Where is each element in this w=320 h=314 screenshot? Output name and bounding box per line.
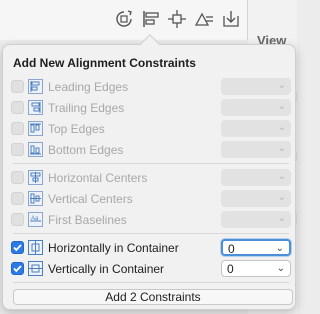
vertical-centers-offset-field[interactable]: ⌄	[221, 190, 291, 207]
trailing-edges-label: Trailing Edges	[48, 101, 125, 115]
offset-value: 0	[228, 242, 235, 256]
checkmark-icon	[13, 244, 22, 252]
offset-value: 0	[227, 262, 234, 276]
horizontal-centers-icon	[28, 170, 43, 185]
vertical-centers-icon	[28, 191, 43, 206]
horizontal-centers-label: Horizontal Centers	[48, 171, 148, 185]
horizontally-in-container-label: Horizontally in Container	[48, 241, 179, 255]
vertically-in-container-label: Vertically in Container	[48, 262, 165, 276]
constraint-row-vertically-in-container: Vertically in Container 0 ⌄	[3, 259, 297, 279]
vertical-centers-label: Vertical Centers	[48, 192, 133, 206]
leading-edges-icon	[28, 79, 43, 94]
section-divider	[13, 282, 289, 283]
horizontally-in-container-offset-field[interactable]: 0 ⌄	[221, 239, 291, 256]
leading-edges-offset-field[interactable]: ⌄	[221, 78, 291, 95]
trailing-edges-offset-field[interactable]: ⌄	[221, 99, 291, 116]
first-baselines-checkbox[interactable]	[11, 213, 24, 226]
bottom-edges-offset-field[interactable]: ⌄	[221, 141, 291, 158]
update-frames-icon[interactable]	[114, 9, 134, 29]
top-edges-offset-field[interactable]: ⌄	[221, 120, 291, 137]
popover-title: Add New Alignment Constraints	[13, 56, 196, 70]
horizontally-in-container-icon	[28, 240, 43, 255]
vertically-in-container-checkbox[interactable]	[11, 262, 24, 275]
align-icon[interactable]	[141, 9, 161, 29]
constraint-row-horizontally-in-container: Horizontally in Container 0 ⌄	[3, 238, 297, 258]
horizontal-centers-offset-field[interactable]: ⌄	[221, 169, 291, 186]
top-edges-label: Top Edges	[48, 122, 105, 136]
constraint-row-horizontal-centers: Horizontal Centers ⌄	[3, 168, 297, 188]
embed-in-icon[interactable]	[221, 9, 241, 29]
leading-edges-label: Leading Edges	[48, 80, 129, 94]
vertically-in-container-offset-field[interactable]: 0 ⌄	[221, 260, 291, 277]
constraint-row-first-baselines: Aa First Baselines ⌄	[3, 210, 297, 230]
add-constraints-icon[interactable]	[167, 9, 187, 29]
constraint-row-vertical-centers: Vertical Centers ⌄	[3, 189, 297, 209]
top-edges-checkbox[interactable]	[11, 122, 24, 135]
first-baselines-label: First Baselines	[48, 213, 127, 227]
section-divider	[13, 163, 289, 164]
constraint-row-bottom-edges: Bottom Edges ⌄	[3, 140, 297, 160]
constraint-row-leading-edges: Leading Edges ⌄	[3, 77, 297, 97]
horizontal-centers-checkbox[interactable]	[11, 171, 24, 184]
bottom-edges-label: Bottom Edges	[48, 143, 124, 157]
section-divider	[13, 233, 289, 234]
trailing-edges-icon	[28, 100, 43, 115]
leading-edges-checkbox[interactable]	[11, 80, 24, 93]
add-constraints-button[interactable]: Add 2 Constraints	[13, 289, 293, 305]
first-baselines-icon: Aa	[28, 212, 43, 227]
constraint-row-trailing-edges: Trailing Edges ⌄	[3, 98, 297, 118]
resolve-issues-icon[interactable]	[194, 9, 214, 29]
top-edges-icon	[28, 121, 43, 136]
trailing-edges-checkbox[interactable]	[11, 101, 24, 114]
alignment-popover: Add New Alignment Constraints Leading Ed…	[2, 44, 296, 310]
first-baselines-offset-field[interactable]: ⌄	[221, 211, 291, 228]
vertical-centers-checkbox[interactable]	[11, 192, 24, 205]
constraint-row-top-edges: Top Edges ⌄	[3, 119, 297, 139]
horizontally-in-container-checkbox[interactable]	[11, 241, 24, 254]
chevron-down-icon[interactable]: ⌄	[277, 263, 285, 274]
checkmark-icon	[13, 265, 22, 273]
svg-text:Aa: Aa	[31, 216, 39, 222]
vertically-in-container-icon	[28, 261, 43, 276]
bottom-edges-icon	[28, 142, 43, 157]
bottom-edges-checkbox[interactable]	[11, 143, 24, 156]
chevron-down-icon[interactable]: ⌄	[276, 243, 284, 254]
